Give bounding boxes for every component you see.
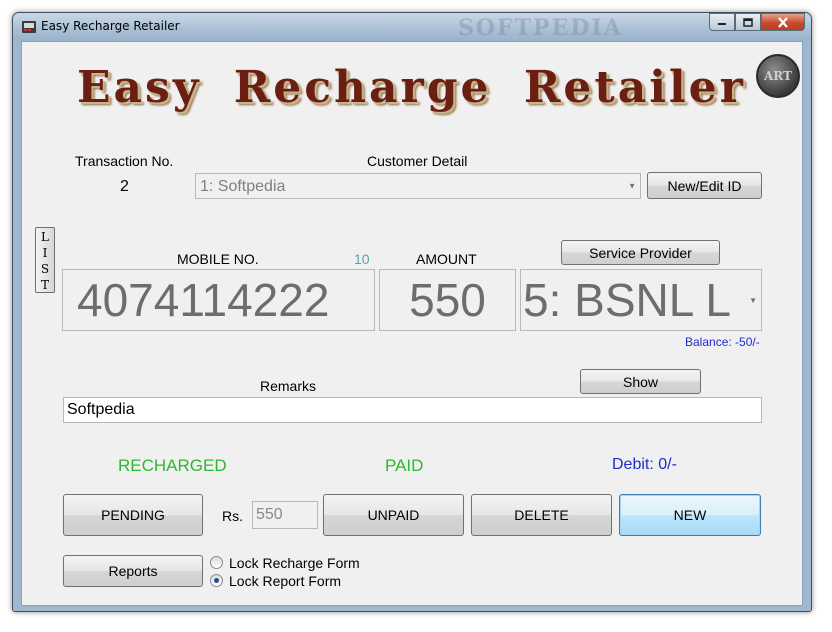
rs-label: Rs.	[222, 508, 243, 524]
lock-report-radio[interactable]	[210, 574, 223, 587]
list-tab-letter: L	[41, 230, 49, 244]
service-provider-select[interactable]: 5: BSNL L ▼	[520, 269, 762, 331]
customer-select-value: 1: Softpedia	[200, 178, 286, 195]
list-tab-button[interactable]: L I S T	[35, 227, 55, 293]
lock-report-label[interactable]: Lock Report Form	[229, 573, 341, 589]
app-window: Easy Recharge Retailer SOFTPEDIA Easy Re…	[12, 12, 812, 612]
window-title: Easy Recharge Retailer	[41, 19, 180, 33]
minimize-button[interactable]	[709, 13, 735, 31]
app-icon	[22, 21, 36, 33]
maximize-button[interactable]	[735, 13, 761, 31]
service-provider-button[interactable]: Service Provider	[561, 240, 720, 265]
customer-select[interactable]: 1: Softpedia ▼	[195, 173, 641, 199]
remarks-input[interactable]: Softpedia	[63, 397, 762, 423]
app-logo: Easy Recharge Retailer	[77, 62, 746, 113]
new-button[interactable]: NEW	[619, 494, 761, 536]
title-bar[interactable]: Easy Recharge Retailer SOFTPEDIA	[13, 13, 811, 41]
list-tab-letter: S	[40, 262, 50, 276]
window-controls	[709, 13, 805, 31]
transaction-number: 2	[120, 178, 129, 195]
minimize-icon	[718, 23, 726, 25]
chevron-down-icon: ▼	[628, 181, 636, 191]
delete-button[interactable]: DELETE	[471, 494, 612, 536]
list-tab-letter: I	[42, 246, 48, 260]
mobile-label: MOBILE NO.	[177, 251, 259, 267]
unpaid-button[interactable]: UNPAID	[323, 494, 464, 536]
customer-label: Customer Detail	[367, 153, 468, 169]
transaction-label: Transaction No.	[75, 153, 174, 169]
rs-amount-input[interactable]: 550	[252, 501, 318, 529]
title-watermark: SOFTPEDIA	[458, 15, 623, 41]
reports-button[interactable]: Reports	[63, 555, 203, 587]
amount-label: AMOUNT	[416, 251, 477, 267]
mobile-number-input[interactable]: 4074114222	[62, 269, 375, 331]
maximize-icon	[743, 17, 753, 27]
amount-input[interactable]: 550	[379, 269, 516, 331]
chevron-down-icon: ▼	[749, 296, 757, 305]
lock-recharge-label[interactable]: Lock Recharge Form	[229, 555, 360, 571]
remarks-label: Remarks	[260, 378, 317, 394]
recharge-status: RECHARGED	[118, 456, 227, 475]
list-tab-letter: T	[40, 278, 49, 292]
close-button[interactable]	[761, 13, 805, 31]
new-edit-id-button[interactable]: New/Edit ID	[647, 172, 762, 199]
balance-text: Balance: -50/-	[685, 335, 760, 349]
main-form: Easy Recharge Retailer ART Transaction N…	[21, 41, 803, 606]
mobile-digit-count: 10	[354, 251, 370, 267]
close-icon	[778, 16, 788, 28]
pending-button[interactable]: PENDING	[63, 494, 203, 536]
lock-recharge-radio[interactable]	[210, 556, 223, 569]
service-provider-value: 5: BSNL L	[523, 274, 731, 326]
art-badge-button[interactable]: ART	[756, 54, 800, 98]
debit-status: Debit: 0/-	[612, 456, 677, 473]
payment-status: PAID	[385, 456, 424, 475]
show-button[interactable]: Show	[580, 369, 701, 394]
